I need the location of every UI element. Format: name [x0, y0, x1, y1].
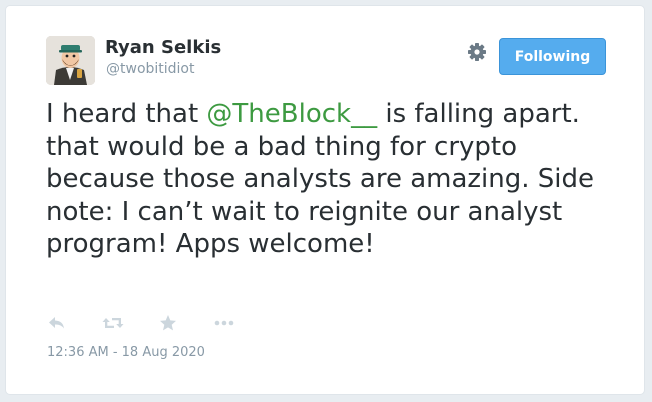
tweet-text-before: I heard that: [46, 99, 207, 129]
tweet-text: I heard that @TheBlock__ is falling apar…: [46, 98, 606, 261]
mention-link[interactable]: @TheBlock__: [206, 99, 377, 129]
following-button[interactable]: Following: [499, 38, 606, 75]
more-icon[interactable]: [213, 312, 235, 334]
reply-icon[interactable]: [46, 312, 68, 334]
tweet-timestamp[interactable]: 12:36 AM - 18 Aug 2020: [47, 345, 205, 360]
retweet-icon[interactable]: [102, 312, 124, 334]
avatar[interactable]: [46, 36, 95, 85]
star-icon[interactable]: [157, 312, 179, 334]
display-name[interactable]: Ryan Selkis: [105, 37, 221, 59]
tweet-card: Ryan Selkis @twobitidiot Following I hea…: [5, 5, 645, 395]
user-handle[interactable]: @twobitidiot: [106, 60, 195, 78]
avatar-image: [46, 36, 95, 85]
gear-icon[interactable]: [466, 41, 488, 63]
